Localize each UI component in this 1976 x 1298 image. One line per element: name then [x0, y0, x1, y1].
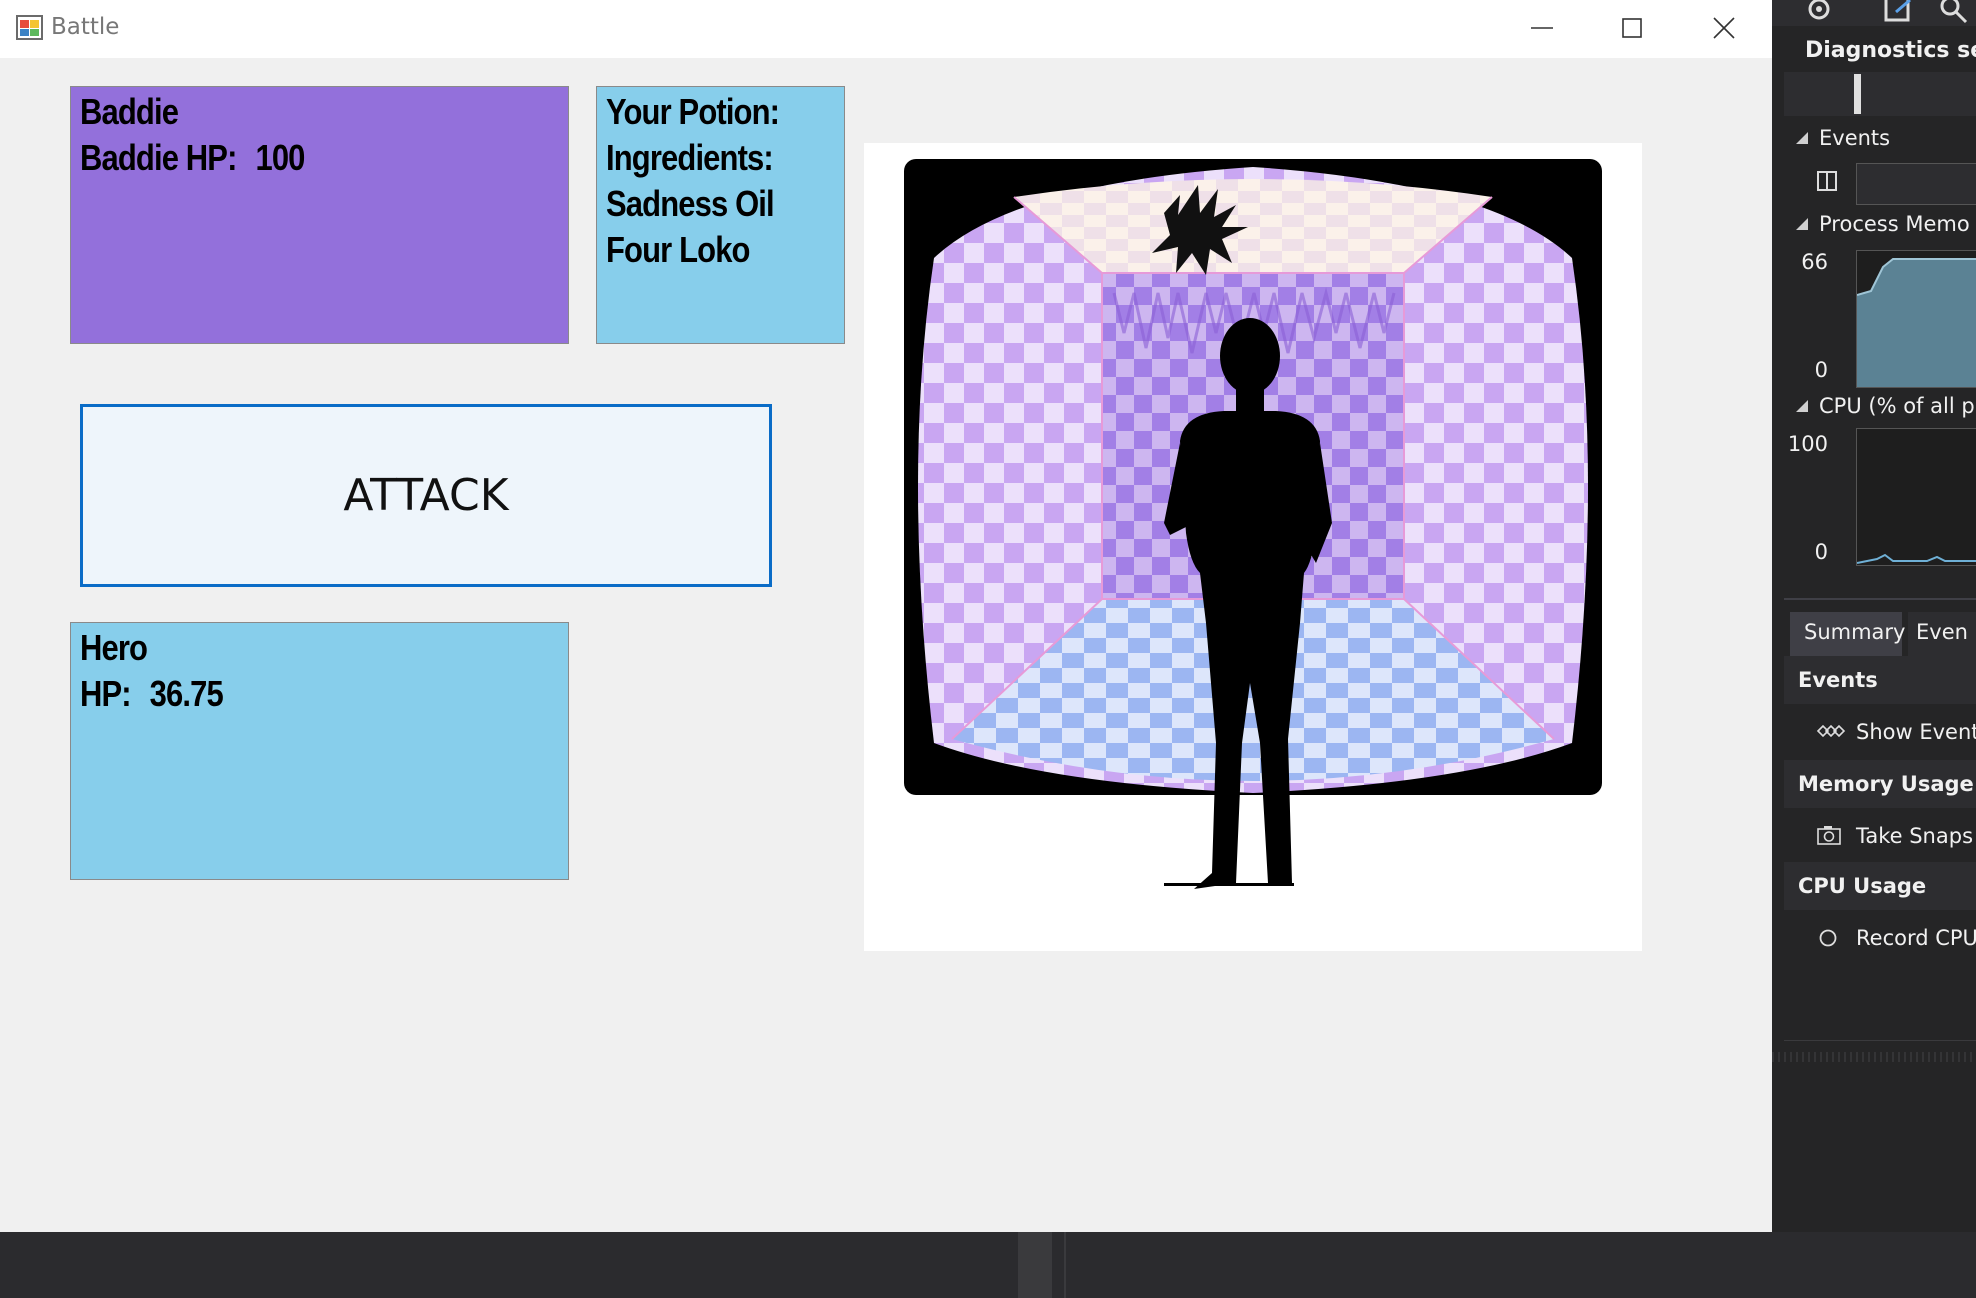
- baddie-name: Baddie: [80, 91, 179, 132]
- process-memory-collapse-icon[interactable]: [1796, 218, 1808, 230]
- summary-events-header-row: Events: [1784, 656, 1976, 704]
- hero-hp-label: HP:: [80, 673, 132, 714]
- memory-axis-min: 0: [1814, 358, 1828, 382]
- divider: [1784, 1040, 1976, 1041]
- potion-ingredient-2: Four Loko: [606, 229, 750, 270]
- maximize-button[interactable]: [1586, 0, 1678, 54]
- show-events-label: Show Event: [1856, 720, 1976, 744]
- cpu-section-label: CPU (% of all p: [1819, 394, 1975, 418]
- select-tools-icon[interactable]: [1882, 0, 1916, 26]
- timeline-ruler[interactable]: [1784, 72, 1976, 116]
- record-cpu-row[interactable]: Record CPU: [1784, 910, 1976, 964]
- take-snapshot-row[interactable]: Take Snaps: [1784, 808, 1976, 862]
- tab-events-label: Even: [1916, 620, 1968, 644]
- cpu-usage-header: CPU Usage: [1798, 874, 1927, 898]
- settings-gear-icon[interactable]: [1802, 0, 1836, 26]
- minimize-button[interactable]: [1496, 0, 1588, 54]
- diagnostics-panel: Diagnostics sess Events Process Memo 66 …: [1772, 0, 1976, 1232]
- app-icon: [16, 15, 43, 40]
- baddie-panel: Baddie Baddie HP: 100: [70, 86, 569, 344]
- divider: [1784, 598, 1976, 600]
- events-diamonds-icon: [1816, 724, 1846, 738]
- tab-summary[interactable]: Summary: [1790, 612, 1906, 656]
- splitter-handle[interactable]: [1018, 1232, 1052, 1298]
- potion-ingredient-1: Sadness Oil: [606, 183, 775, 224]
- baddie-hp-value: 100: [255, 137, 305, 178]
- cpu-usage-header-row: CPU Usage: [1784, 862, 1976, 910]
- battle-scene-image: [864, 143, 1642, 951]
- divider: [1064, 1232, 1066, 1298]
- close-button[interactable]: [1678, 0, 1770, 54]
- take-snapshot-label: Take Snaps: [1856, 824, 1974, 848]
- maximize-icon: [1622, 18, 1642, 38]
- diagnostics-toolbar: [1772, 0, 1976, 26]
- camera-icon: [1817, 826, 1841, 845]
- memory-usage-header: Memory Usage: [1798, 772, 1974, 796]
- resize-grip[interactable]: [1772, 1052, 1976, 1062]
- battle-window: Battle Baddie Baddie HP: 100 Your Potion:…: [0, 0, 1772, 1232]
- show-events-row[interactable]: Show Event: [1784, 704, 1976, 758]
- close-icon: [1713, 17, 1735, 39]
- baddie-hp-line: Baddie HP: 100: [80, 135, 492, 181]
- summary-events-header: Events: [1798, 668, 1878, 692]
- hero-name: Hero: [80, 627, 148, 668]
- hero-hp-value: 36.75: [149, 673, 224, 714]
- cpu-graph: [1856, 428, 1976, 566]
- process-memory-label: Process Memo: [1819, 212, 1970, 236]
- events-collapse-icon[interactable]: [1796, 132, 1808, 144]
- taskbar-strip: [0, 1232, 1976, 1298]
- minimize-icon: [1531, 27, 1553, 29]
- title-bar[interactable]: Battle: [0, 0, 1772, 58]
- tab-events[interactable]: Even: [1908, 612, 1976, 656]
- potion-panel: Your Potion: Ingredients: Sadness Oil Fo…: [596, 86, 845, 344]
- window-title: Battle: [51, 14, 120, 40]
- process-memory-graph: [1856, 250, 1976, 388]
- checkered-room-illustration: [904, 159, 1602, 889]
- record-circle-icon: [1819, 929, 1837, 947]
- record-cpu-label: Record CPU: [1856, 926, 1976, 950]
- cpu-axis-min: 0: [1814, 540, 1828, 564]
- potion-title: Your Potion:: [606, 91, 780, 132]
- events-filter-input[interactable]: [1856, 163, 1976, 205]
- cpu-line-plot: [1856, 553, 1976, 564]
- hero-panel: Hero HP: 36.75: [70, 622, 569, 880]
- potion-ingredients-label: Ingredients:: [606, 137, 774, 178]
- baddie-hp-label: Baddie HP:: [80, 137, 237, 178]
- hero-hp-line: HP: 36.75: [80, 671, 492, 717]
- events-section-label: Events: [1819, 126, 1891, 150]
- memory-axis-max: 66: [1801, 250, 1828, 274]
- zoom-search-icon[interactable]: [1936, 0, 1970, 26]
- cpu-axis-max: 100: [1787, 432, 1828, 456]
- tab-summary-label: Summary: [1804, 620, 1906, 644]
- cpu-collapse-icon[interactable]: [1796, 400, 1808, 412]
- diagnostics-session-label: Diagnostics sess: [1805, 38, 1976, 63]
- memory-usage-header-row: Memory Usage: [1784, 760, 1976, 808]
- pause-columns-icon[interactable]: [1816, 170, 1838, 192]
- attack-button[interactable]: ATTACK: [80, 404, 772, 587]
- memory-area-plot: [1856, 258, 1976, 387]
